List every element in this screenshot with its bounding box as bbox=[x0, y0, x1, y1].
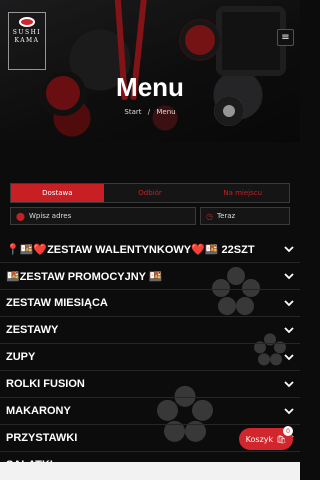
hamburger-icon: ≡ bbox=[281, 32, 290, 43]
address-placeholder: Wpisz adres bbox=[28, 212, 72, 220]
chevron-down-icon bbox=[284, 271, 294, 281]
chevron-down-icon bbox=[284, 352, 294, 362]
category-label: ZUPY bbox=[6, 351, 36, 363]
category-label: 📍🍱❤️ZESTAW WALENTYNKOWY❤️🍱 22SZT bbox=[6, 243, 255, 256]
category-item[interactable]: MAKARONY bbox=[0, 398, 300, 425]
hero-banner: SUSHI KAMA ≡ Menu Start / Menu bbox=[0, 0, 300, 142]
category-label: ZESTAWY bbox=[6, 324, 59, 336]
category-label: PRZYSTAWKI bbox=[6, 432, 78, 444]
menu-toggle-button[interactable]: ≡ bbox=[277, 29, 294, 46]
shopping-bag-icon: 🛍 bbox=[276, 434, 287, 444]
category-item[interactable]: 📍🍱❤️ZESTAW WALENTYNKOWY❤️🍱 22SZT bbox=[0, 236, 300, 263]
category-label: ZESTAW MIESIĄCA bbox=[6, 297, 108, 309]
tab-pickup[interactable]: Odbiór bbox=[104, 184, 197, 202]
category-item[interactable]: ZESTAW MIESIĄCA bbox=[0, 290, 300, 317]
logo-text: SUSHI KAMA bbox=[12, 29, 42, 44]
order-inputs: ⬤ Wpisz adres ◷ Teraz bbox=[10, 207, 290, 225]
cart-count-badge: 0 bbox=[283, 426, 293, 436]
chevron-down-icon bbox=[284, 379, 294, 389]
order-type-panel: Dostawa Odbiór Na miejscu ⬤ Wpisz adres … bbox=[10, 183, 290, 227]
page-title: Menu bbox=[116, 72, 184, 102]
category-item[interactable]: 🍱ZESTAW PROMOCYJNY 🍱 bbox=[0, 263, 300, 290]
clock-icon: ◷ bbox=[206, 211, 213, 221]
chevron-down-icon bbox=[284, 406, 294, 416]
category-label: MAKARONY bbox=[6, 405, 71, 417]
logo-sushi-icon bbox=[19, 17, 35, 27]
category-item[interactable]: ZUPY bbox=[0, 344, 300, 371]
category-label: 🍱ZESTAW PROMOCYJNY 🍱 bbox=[6, 270, 163, 283]
category-item[interactable]: ROLKI FUSION bbox=[0, 371, 300, 398]
category-label: ROLKI FUSION bbox=[6, 378, 85, 390]
order-type-tabs: Dostawa Odbiór Na miejscu bbox=[10, 183, 290, 203]
breadcrumb-current: Menu bbox=[156, 108, 176, 116]
chevron-down-icon bbox=[284, 244, 294, 254]
chevron-down-icon bbox=[284, 325, 294, 335]
brand-logo[interactable]: SUSHI KAMA bbox=[8, 12, 46, 70]
map-pin-icon: ⬤ bbox=[16, 211, 25, 221]
tab-dine-in[interactable]: Na miejscu bbox=[196, 184, 289, 202]
time-field[interactable]: ◷ Teraz bbox=[200, 207, 290, 225]
cart-label: Koszyk bbox=[245, 434, 274, 444]
category-item[interactable]: ZESTAWY bbox=[0, 317, 300, 344]
tab-delivery[interactable]: Dostawa bbox=[11, 184, 104, 202]
breadcrumb: Start / Menu bbox=[0, 108, 300, 116]
breadcrumb-start-link[interactable]: Start bbox=[124, 108, 141, 116]
breadcrumb-separator: / bbox=[147, 108, 151, 116]
address-field[interactable]: ⬤ Wpisz adres bbox=[10, 207, 196, 225]
time-value: Teraz bbox=[216, 212, 236, 220]
bottom-browser-bar bbox=[0, 462, 300, 480]
chevron-down-icon bbox=[284, 298, 294, 308]
